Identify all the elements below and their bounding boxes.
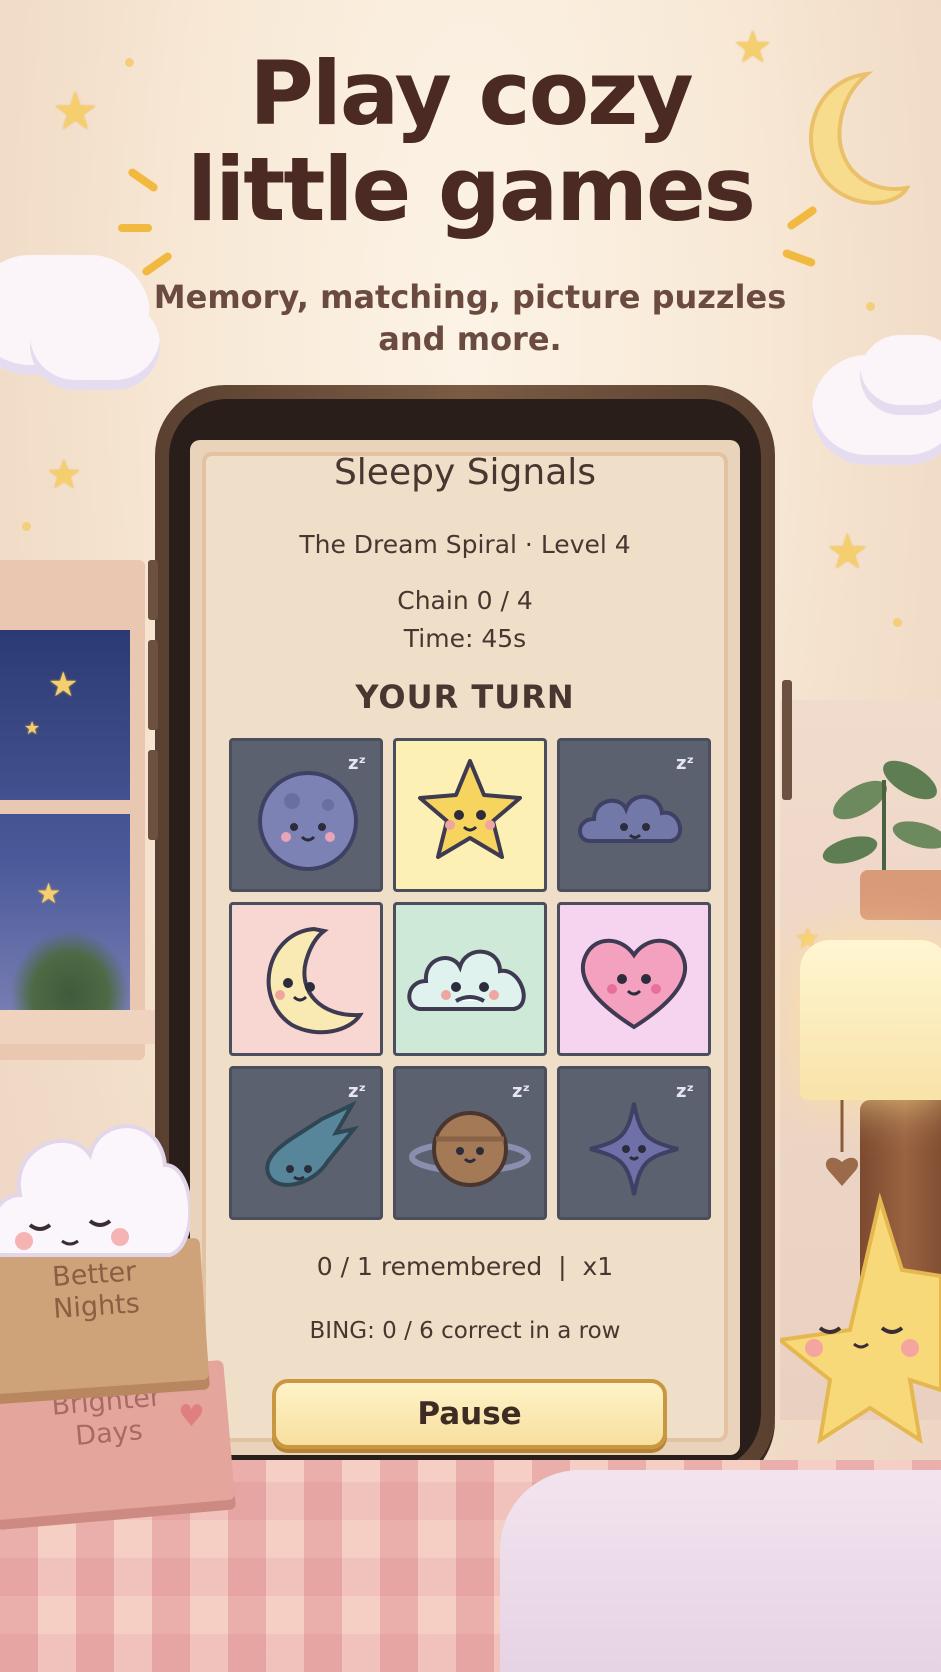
window-sill [0, 1010, 160, 1044]
turn-indicator: YOUR TURN [355, 678, 575, 716]
streak-counter: BING: 0 / 6 correct in a row [309, 1318, 621, 1344]
subtitle-line-1: Memory, matching, picture puzzles [153, 278, 787, 316]
pillow [500, 1470, 941, 1672]
phone-side-button [148, 640, 158, 730]
comet-icon [265, 1100, 360, 1187]
headline: Play cozy little games [0, 46, 941, 238]
tile-star[interactable] [393, 738, 547, 892]
cloud-decoration [30, 300, 160, 390]
chain-counter: Chain 0 / 4 [397, 586, 533, 615]
headline-line-1: Play cozy [249, 42, 694, 145]
heart-icon: ♥ [178, 1399, 205, 1434]
phone-side-button [148, 750, 158, 840]
tile-sparkle-star[interactable]: zᶻ [557, 1066, 711, 1220]
star-icon [418, 759, 522, 859]
cloud-decoration [860, 335, 941, 415]
subtitle: Memory, matching, picture puzzles and mo… [150, 276, 790, 360]
star-icon: ★ [826, 524, 870, 580]
phone-power-button [782, 680, 792, 800]
window-star-icon: ★ [36, 877, 62, 910]
sparkle-accent [118, 224, 152, 232]
sparkle-dot [866, 302, 875, 311]
tile-heart[interactable] [557, 902, 711, 1056]
phone-side-button [148, 560, 158, 620]
lamp-pull-heart-icon [825, 1100, 859, 1186]
subtitle-line-2: and more. [378, 320, 562, 358]
heart-icon [580, 938, 688, 1030]
pause-button[interactable]: Pause [272, 1379, 667, 1449]
lamp-shade [800, 940, 941, 1100]
window-star-icon: ★ [24, 718, 41, 739]
timer: Time: 45s [403, 624, 527, 653]
window-mullion [0, 800, 140, 814]
moon-ball-icon [258, 771, 358, 871]
remembered-counter: 0 / 1 remembered | x1 [316, 1252, 614, 1281]
sleepy-star-plush [780, 1192, 941, 1445]
potted-plant-decoration [822, 760, 941, 920]
tile-comet[interactable]: zᶻ [229, 1066, 383, 1220]
planet-icon [409, 1111, 531, 1187]
cloud-icon [578, 794, 682, 843]
window-star-icon: ★ [48, 665, 79, 705]
tile-crescent-moon[interactable] [229, 902, 383, 1056]
level-label: The Dream Spiral · Level 4 [299, 530, 631, 559]
fluffy-cloud-icon [407, 949, 526, 1011]
tile-moon-ball[interactable]: zᶻ [229, 738, 383, 892]
sleepy-cloud-plush [0, 1124, 190, 1257]
game-title: Sleepy Signals [333, 452, 597, 493]
crescent-moon-icon [266, 926, 364, 1035]
sparkle-star-icon [589, 1102, 679, 1196]
sparkle-dot [22, 522, 31, 531]
window-plant-decoration [10, 930, 130, 1010]
tile-planet[interactable]: zᶻ [393, 1066, 547, 1220]
sparkle-dot [893, 618, 902, 627]
star-icon: ★ [46, 452, 82, 498]
tile-fluffy-cloud[interactable] [393, 902, 547, 1056]
tile-cloud[interactable]: zᶻ [557, 738, 711, 892]
